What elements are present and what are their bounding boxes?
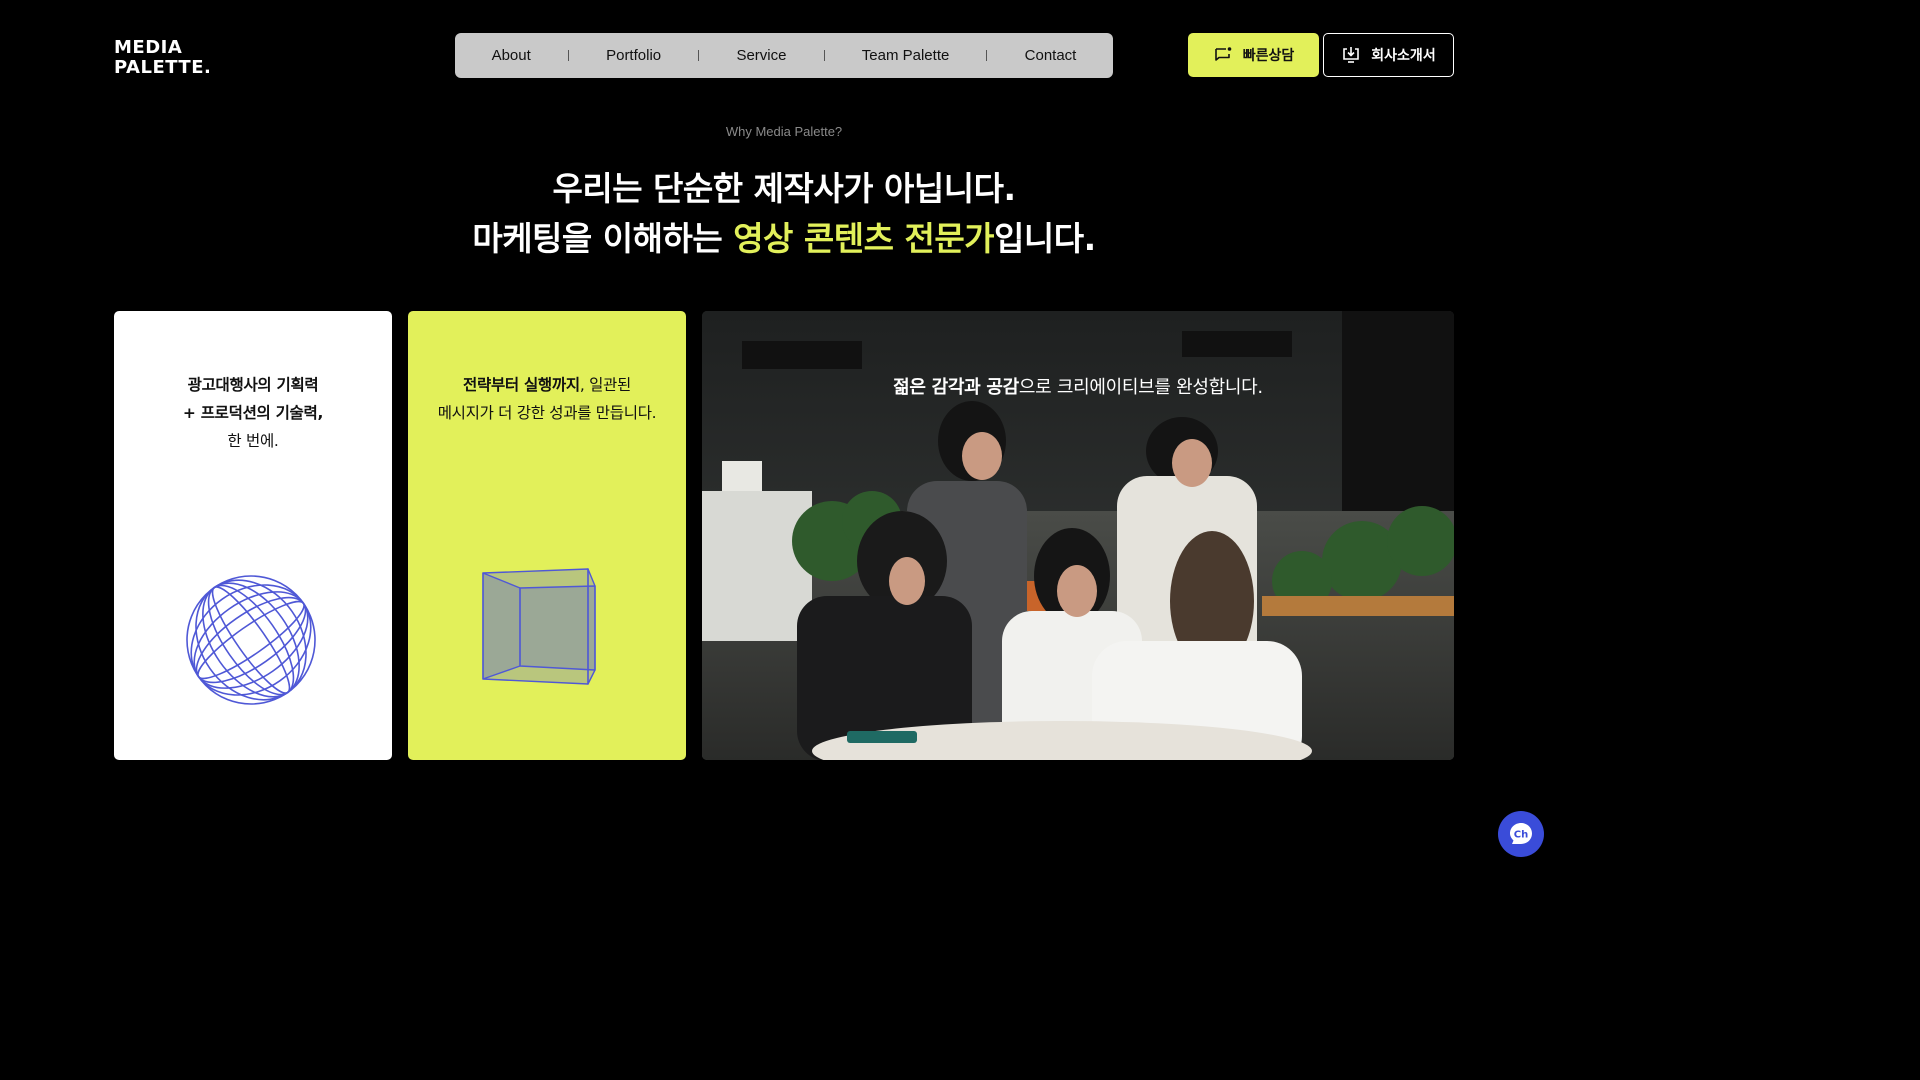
nav-divider bbox=[986, 50, 988, 61]
wireframe-cube-icon bbox=[482, 568, 596, 685]
company-intro-label: 회사소개서 bbox=[1371, 48, 1436, 64]
feature-card-planning-text: 광고대행사의 기획력 + 프로덕션의 기술력, 한 번에. bbox=[114, 371, 392, 455]
section-eyebrow: Why Media Palette? bbox=[725, 124, 843, 139]
caption-bold: 젊은 감각과 공감 bbox=[893, 377, 1019, 398]
nav-divider bbox=[698, 50, 700, 61]
logo-line-1: MEDIA bbox=[114, 37, 183, 58]
headline-prefix: 마케팅을 이해하는 bbox=[472, 219, 734, 258]
feature-card-strategy: 전략부터 실행까지, 일관된 메시지가 더 강한 성과를 만듭니다. bbox=[408, 311, 686, 760]
headline-line-2: 마케팅을 이해하는 영상 콘텐츠 전문가입니다. bbox=[0, 214, 1568, 264]
chat-icon-text: Ch bbox=[1514, 830, 1528, 841]
wireframe-sphere-icon bbox=[186, 575, 316, 705]
chat-bubble-icon bbox=[1214, 47, 1232, 61]
quick-consult-label: 빠른상담 bbox=[1242, 48, 1295, 64]
card-strategy-bold: 전략부터 실행까지 bbox=[463, 376, 580, 394]
card-planning-line-3: 한 번에. bbox=[227, 432, 279, 450]
download-icon bbox=[1343, 47, 1360, 63]
logo-line-2: PALETTE. bbox=[114, 57, 212, 78]
card-planning-line-2: + 프로덕션의 기술력, bbox=[182, 404, 324, 422]
nav-divider bbox=[567, 50, 569, 61]
chat-channel-icon: Ch bbox=[1510, 823, 1532, 844]
headline-highlight: 영상 콘텐츠 전문가 bbox=[733, 219, 995, 258]
feature-card-planning: 광고대행사의 기획력 + 프로덕션의 기술력, 한 번에. bbox=[114, 311, 392, 760]
brand-logo[interactable]: MEDIA PALETTE. bbox=[114, 38, 211, 78]
main-nav: About Portfolio Service Team Palette Con… bbox=[455, 33, 1113, 78]
chat-widget-button[interactable]: Ch bbox=[1498, 811, 1544, 857]
nav-item-service[interactable]: Service bbox=[736, 47, 786, 64]
quick-consult-button[interactable]: 빠른상담 bbox=[1188, 33, 1319, 77]
team-photo-card: 젊은 감각과 공감으로 크리에이티브를 완성합니다. bbox=[702, 311, 1454, 760]
nav-item-contact[interactable]: Contact bbox=[1025, 47, 1077, 64]
card-planning-line-1: 광고대행사의 기획력 bbox=[187, 376, 319, 394]
nav-item-about[interactable]: About bbox=[492, 47, 531, 64]
caption-rest: 으로 크리에이티브를 완성합니다. bbox=[1018, 377, 1263, 398]
nav-item-team-palette[interactable]: Team Palette bbox=[862, 47, 950, 64]
section-headline: 우리는 단순한 제작사가 아닙니다. 마케팅을 이해하는 영상 콘텐츠 전문가입… bbox=[0, 164, 1568, 264]
headline-line-1: 우리는 단순한 제작사가 아닙니다. bbox=[552, 169, 1016, 208]
feature-card-strategy-text: 전략부터 실행까지, 일관된 메시지가 더 강한 성과를 만듭니다. bbox=[408, 371, 686, 427]
nav-divider bbox=[823, 50, 825, 61]
team-photo-caption: 젊은 감각과 공감으로 크리에이티브를 완성합니다. bbox=[702, 373, 1454, 399]
nav-item-portfolio[interactable]: Portfolio bbox=[606, 47, 661, 64]
company-intro-button[interactable]: 회사소개서 bbox=[1323, 33, 1454, 77]
card-strategy-rest: , 일관된 bbox=[579, 376, 631, 394]
headline-suffix: 입니다. bbox=[994, 219, 1096, 258]
card-strategy-line-2: 메시지가 더 강한 성과를 만듭니다. bbox=[437, 404, 657, 422]
